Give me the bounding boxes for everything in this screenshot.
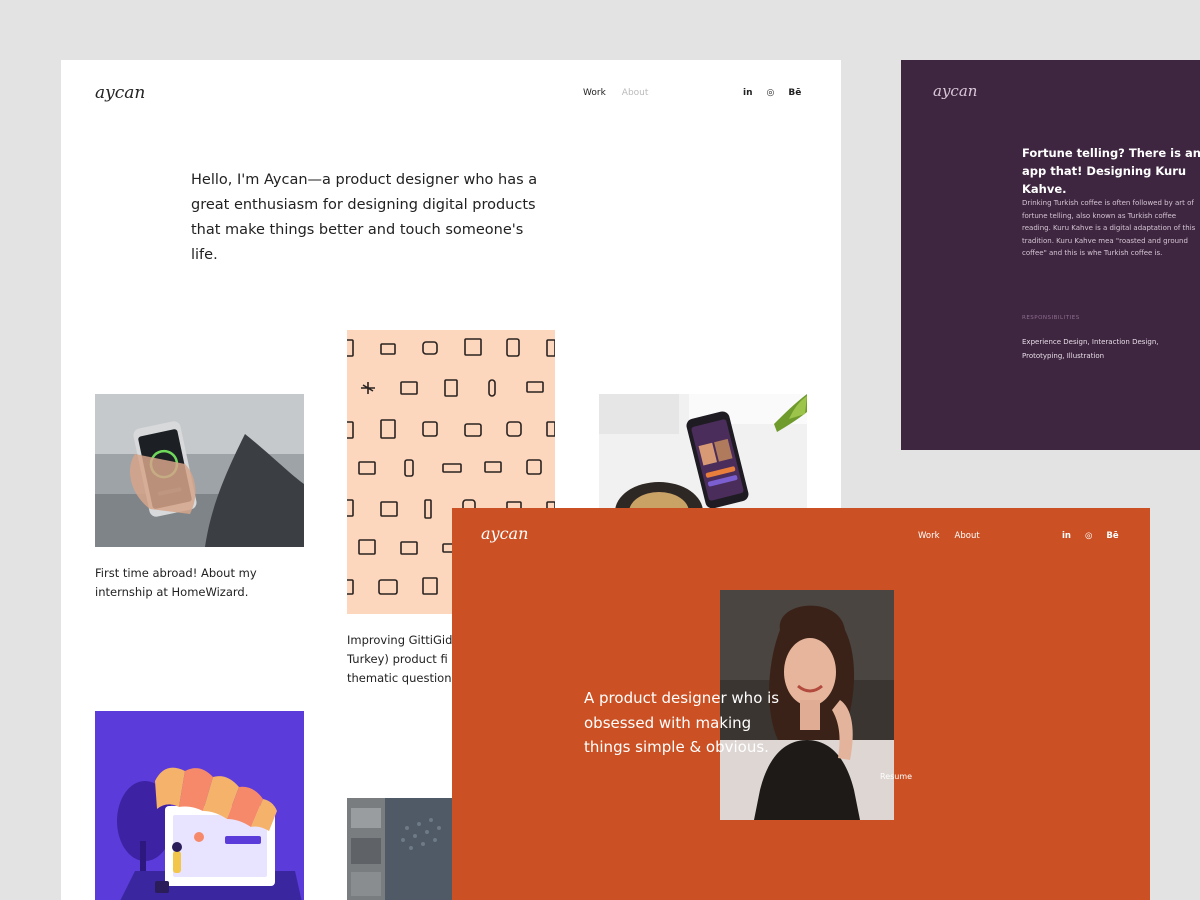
project-card-kuru-kahve[interactable] (599, 394, 807, 542)
logo[interactable]: aycan (95, 83, 145, 103)
project-description: Drinking Turkish coffee is often followe… (1022, 199, 1196, 257)
project-detail-kuru-kahve: aycan Fortune telling? There is an app t… (901, 60, 1200, 450)
tagline: A product designer who is obsessed with … (584, 689, 780, 756)
about-page: aycan Work About in ◎ Bē A product desig… (452, 508, 1150, 900)
project-caption-gittigidiyor[interactable]: Improving GittiGid Turkey) product fi th… (347, 631, 467, 688)
shop-illustration-image (95, 711, 304, 900)
nav-work[interactable]: Work (583, 88, 606, 98)
social-links: in ◎ Bē (1062, 531, 1119, 541)
behance-icon[interactable]: Bē (788, 88, 801, 98)
dribbble-icon[interactable]: ◎ (1085, 531, 1092, 541)
main-nav: Work About (583, 88, 648, 98)
logo[interactable]: aycan (481, 524, 528, 543)
project-title: Fortune telling? There is an app that! D… (1022, 146, 1200, 196)
intro-text: Hello, I'm Aycan—a product designer who … (191, 172, 538, 263)
nav-work[interactable]: Work (918, 531, 940, 541)
logo[interactable]: aycan (933, 82, 977, 100)
linkedin-icon[interactable]: in (1062, 531, 1071, 541)
social-links: in ◎ Bē (743, 88, 801, 98)
behance-icon[interactable]: Bē (1106, 531, 1118, 541)
main-nav: Work About (918, 531, 980, 541)
nav-about[interactable]: About (955, 531, 980, 541)
responsibilities-list: Experience Design, Interaction Design, P… (1022, 338, 1159, 360)
dribbble-icon[interactable]: ◎ (767, 88, 775, 98)
project-card-homewizard[interactable] (95, 394, 304, 547)
linkedin-icon[interactable]: in (743, 88, 753, 98)
project-card-shop-illustration[interactable] (95, 711, 304, 900)
nav-about[interactable]: About (622, 88, 649, 98)
hand-phone-image (95, 394, 304, 547)
project-card-dark-tile[interactable] (347, 798, 457, 900)
project-caption-homewizard[interactable]: First time abroad! About my internship a… (95, 564, 305, 602)
resume-link[interactable]: Resume (880, 772, 912, 781)
phone-on-desk-image (599, 394, 807, 542)
responsibilities-label: RESPONSIBILITIES (1022, 315, 1080, 321)
dark-tile-image (347, 798, 457, 900)
